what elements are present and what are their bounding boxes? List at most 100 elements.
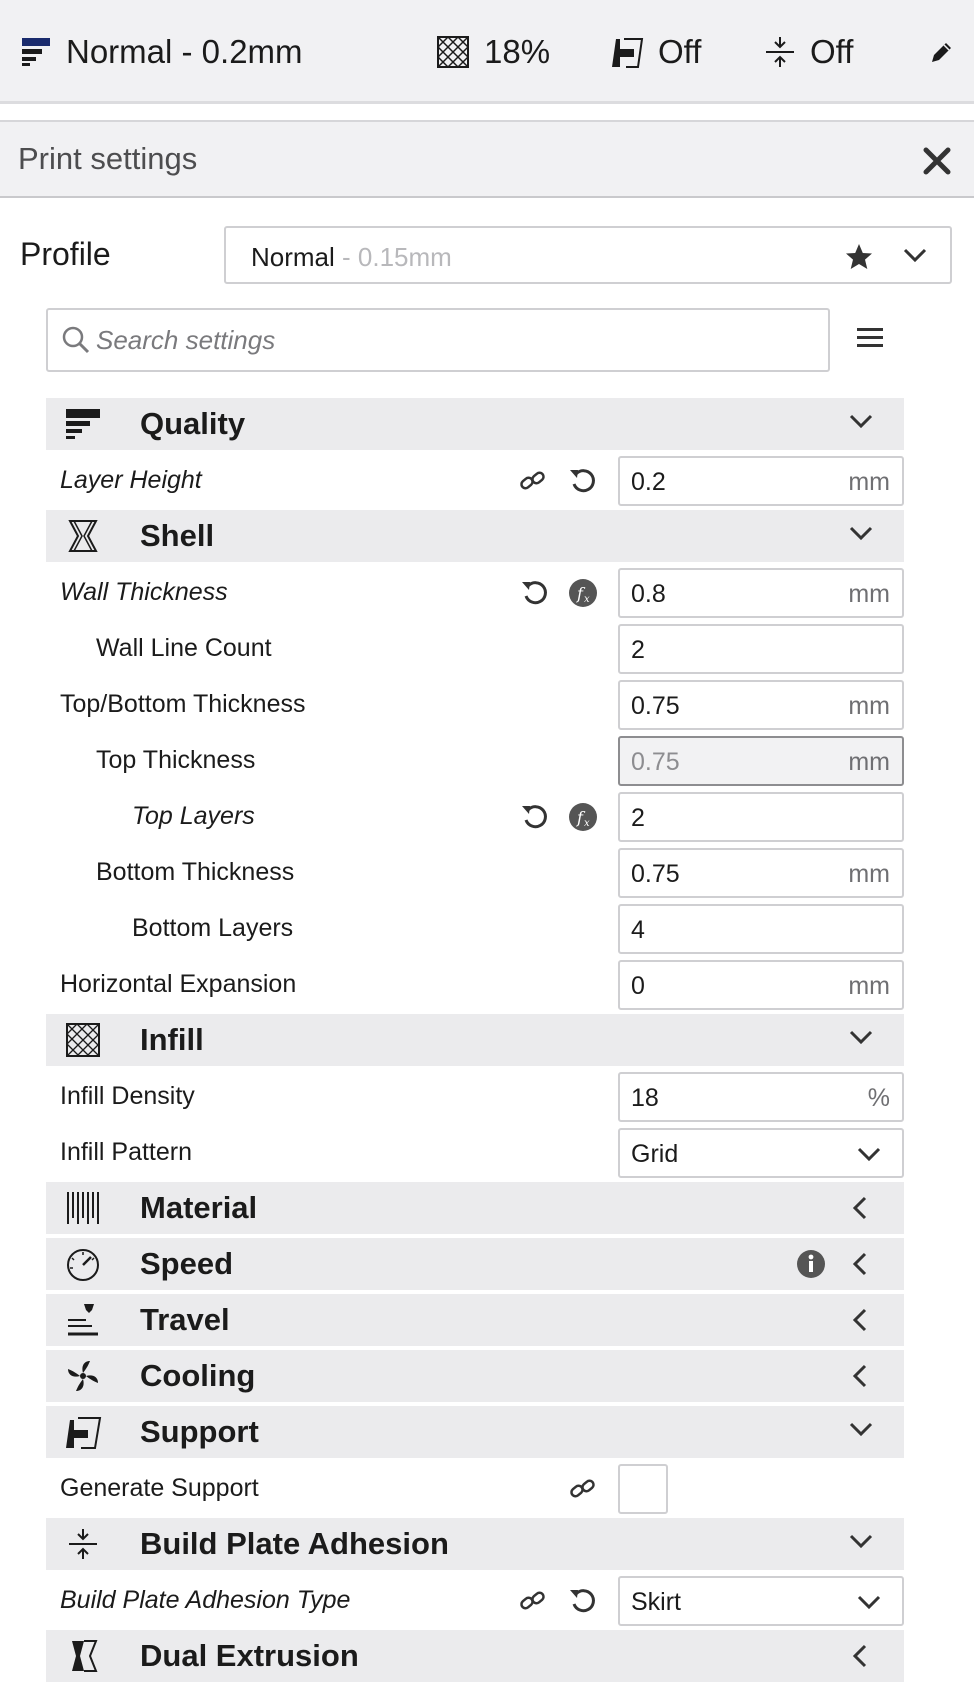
print-summary-bar[interactable]: Normal - 0.2mm 18% Off Off [0, 0, 974, 104]
category-label: Material [140, 1190, 258, 1225]
info-icon[interactable] [796, 1249, 826, 1279]
link-icon[interactable] [568, 1474, 598, 1504]
chevron-down-icon [849, 1534, 873, 1549]
category-travel[interactable]: Travel [46, 1294, 904, 1346]
infill-density-input[interactable]: 18 % [618, 1072, 904, 1122]
setting-bottom-thickness: Bottom Thickness 0.75 mm [46, 846, 904, 898]
function-icon[interactable]: f x [568, 802, 598, 832]
field-unit: mm [848, 468, 890, 496]
chevron-left-icon [852, 1308, 867, 1332]
chevron-left-icon [852, 1196, 867, 1220]
horizontal-expansion-input[interactable]: 0 mm [618, 960, 904, 1010]
category-label: Cooling [140, 1358, 256, 1393]
infill-pattern-select[interactable]: Grid [618, 1128, 904, 1178]
settings-menu-button[interactable] [856, 326, 884, 350]
link-icon[interactable] [518, 1586, 548, 1616]
setting-infill-pattern: Infill Pattern Grid [46, 1126, 904, 1178]
chevron-down-icon [849, 526, 873, 541]
reset-icon[interactable] [520, 578, 550, 608]
reset-icon[interactable] [520, 802, 550, 832]
setting-label: Build Plate Adhesion Type [60, 1586, 351, 1614]
setting-top-thickness: Top Thickness 0.75 mm [46, 734, 904, 786]
search-input[interactable] [96, 318, 816, 362]
chevron-left-icon [852, 1252, 867, 1276]
adhesion-type-select[interactable]: Skirt [618, 1576, 904, 1626]
category-dual-extrusion[interactable]: Dual Extrusion [46, 1630, 904, 1682]
reset-icon[interactable] [568, 1586, 598, 1616]
setting-label: Top Layers [132, 802, 255, 830]
category-quality[interactable]: Quality [46, 398, 904, 450]
field-value: 0.75 [631, 860, 680, 888]
field-unit: mm [848, 972, 890, 1000]
profile-summary[interactable]: Normal - 0.2mm [20, 30, 303, 74]
setting-label: Wall Line Count [96, 634, 272, 662]
function-icon[interactable]: f x [568, 578, 598, 608]
field-value: 0.8 [631, 580, 666, 608]
category-shell[interactable]: Shell [46, 510, 904, 562]
layer-height-input[interactable]: 0.2 mm [618, 456, 904, 506]
setting-icons [516, 466, 606, 496]
category-cooling[interactable]: Cooling [46, 1350, 904, 1402]
field-value: 0.75 [631, 748, 680, 776]
svg-text:x: x [584, 594, 590, 605]
star-icon[interactable] [844, 242, 874, 272]
category-material[interactable]: Material [46, 1182, 904, 1234]
edit-settings-button[interactable] [928, 40, 954, 66]
pencil-icon [932, 43, 951, 62]
profile-select[interactable]: Normal - 0.15mm [224, 226, 952, 284]
category-support[interactable]: Support [46, 1406, 904, 1458]
setting-label: Top/Bottom Thickness [60, 690, 306, 718]
quality-icon [22, 38, 50, 66]
close-button[interactable] [920, 144, 954, 178]
search-icon [62, 326, 90, 354]
chevron-down-icon [857, 1147, 881, 1162]
generate-support-checkbox[interactable] [618, 1464, 668, 1514]
setting-icons [516, 1586, 606, 1616]
wall-thickness-input[interactable]: 0.8 mm [618, 568, 904, 618]
field-value: Skirt [631, 1588, 681, 1616]
close-icon [923, 147, 951, 175]
category-label: Travel [140, 1302, 230, 1337]
infill-summary[interactable]: 18% [436, 30, 550, 74]
setting-layer-height: Layer Height 0.2 mm [46, 454, 904, 506]
category-build-plate-adhesion[interactable]: Build Plate Adhesion [46, 1518, 904, 1570]
speedometer-icon [67, 1249, 99, 1281]
category-label: Support [140, 1414, 259, 1449]
field-value: 0 [631, 972, 645, 1000]
profile-subtitle: - 0.15mm [334, 242, 452, 272]
panel-header: Print settings [0, 120, 974, 198]
setting-icons: f x [516, 802, 606, 832]
setting-label: Infill Pattern [60, 1138, 193, 1166]
wall-line-count-input[interactable]: 2 [618, 624, 904, 674]
setting-generate-support: Generate Support [46, 1462, 904, 1514]
settings-list[interactable]: Quality Layer Height 0.2 mm Shell Wall T… [46, 398, 904, 1686]
category-label: Dual Extrusion [140, 1638, 359, 1673]
search-box[interactable] [46, 308, 830, 372]
setting-label: Bottom Layers [132, 914, 294, 942]
category-infill[interactable]: Infill [46, 1014, 904, 1066]
bottom-thickness-input[interactable]: 0.75 mm [618, 848, 904, 898]
panel-title: Print settings [18, 141, 198, 176]
link-icon[interactable] [518, 466, 548, 496]
top-thickness-input[interactable]: 0.75 mm [618, 736, 904, 786]
support-icon [66, 1417, 102, 1449]
top-bottom-thickness-input[interactable]: 0.75 mm [618, 680, 904, 730]
support-summary[interactable]: Off [610, 30, 701, 74]
support-summary-label: Off [658, 33, 702, 70]
infill-icon [437, 36, 469, 68]
setting-adhesion-type: Build Plate Adhesion Type Skirt [46, 1574, 904, 1626]
setting-top-layers: Top Layers f x 2 [46, 790, 904, 842]
adhesion-summary[interactable]: Off [764, 30, 853, 74]
reset-icon[interactable] [568, 466, 598, 496]
field-unit: mm [848, 748, 890, 776]
bottom-layers-input[interactable]: 4 [618, 904, 904, 954]
category-label: Shell [140, 518, 215, 553]
setting-wall-line-count: Wall Line Count 2 [46, 622, 904, 674]
infill-icon [66, 1023, 100, 1057]
chevron-down-icon [849, 414, 873, 429]
category-speed[interactable]: Speed [46, 1238, 904, 1290]
category-label: Speed [140, 1246, 234, 1281]
setting-icons [516, 1474, 606, 1504]
top-layers-input[interactable]: 2 [618, 792, 904, 842]
setting-label: Layer Height [60, 466, 202, 494]
